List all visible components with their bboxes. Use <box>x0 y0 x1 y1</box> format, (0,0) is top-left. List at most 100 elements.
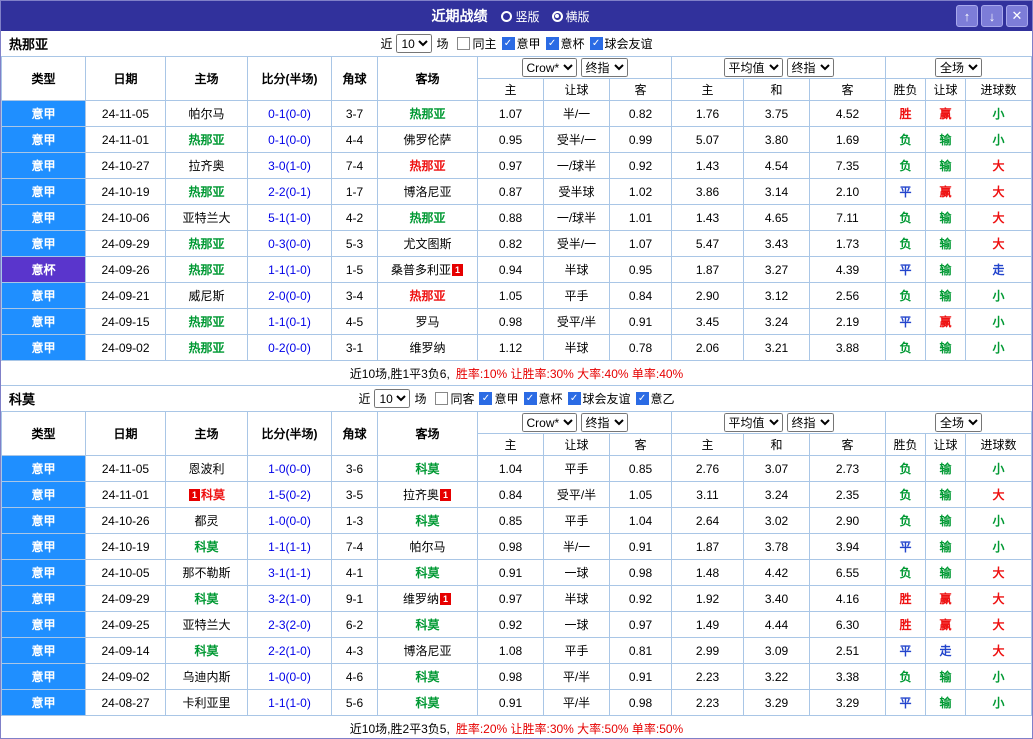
asian-handicap: 受半/一 <box>543 126 610 153</box>
europe-odds: 1.76 <box>671 100 744 127</box>
result-handicap: 输 <box>925 689 967 716</box>
europe-odds: 6.30 <box>808 611 887 638</box>
result-win-draw-loss: 负 <box>885 152 927 179</box>
odds-source-select[interactable]: 终指 <box>786 413 834 432</box>
corners: 3-4 <box>331 282 378 309</box>
home-team: 威尼斯 <box>165 282 248 309</box>
europe-odds: 2.23 <box>671 689 744 716</box>
odds-source-select[interactable]: 终指 <box>580 413 628 432</box>
asian-handicap: 一/球半 <box>543 204 610 231</box>
europe-odds: 3.38 <box>808 663 887 690</box>
asian-odds: 0.91 <box>609 663 672 690</box>
match-row: 意甲 24-09-02 热那亚 0-2(0-0) 3-1 维罗纳 1.12 半球 0.78 2.0… <box>1 334 1032 361</box>
asian-handicap: 一/球半 <box>543 152 610 179</box>
odds-source-select[interactable]: 平均值 <box>723 58 783 77</box>
corners: 3-7 <box>331 100 378 127</box>
asian-odds: 0.97 <box>477 585 544 612</box>
match-row: 意甲 24-11-01 1 科莫 1-5(0-2) 3-5 拉齐奥 1 0.84 受平/半 1.05… <box>1 481 1032 508</box>
layout-option-horizontal-label: 横版 <box>565 9 590 24</box>
filter-checkbox-意甲[interactable]: ✓ 意甲 <box>479 390 519 407</box>
asian-odds: 1.05 <box>477 282 544 309</box>
match-date: 24-10-27 <box>85 152 166 179</box>
team-label: 科莫 <box>415 462 440 476</box>
corners: 4-2 <box>331 204 378 231</box>
asian-handicap: 一球 <box>543 559 610 586</box>
scroll-down-button[interactable]: ↓ <box>981 5 1003 27</box>
home-team: 卡利亚里 <box>165 689 248 716</box>
asian-odds: 0.84 <box>609 282 672 309</box>
filter-checkbox-意乙[interactable]: ✓ 意乙 <box>635 390 675 407</box>
league-type: 意甲 <box>1 204 86 231</box>
recent-count-select[interactable]: 10 <box>396 34 433 53</box>
scroll-up-button[interactable]: ↑ <box>956 5 978 27</box>
filter-near-label: 近 <box>380 37 393 51</box>
filter-checkbox-球会友谊[interactable]: ✓ 球会友谊 <box>589 35 653 52</box>
asian-handicap: 平手 <box>543 282 610 309</box>
away-team: 罗马 <box>377 308 478 335</box>
europe-odds: 1.49 <box>671 611 744 638</box>
team-label: 科莫 <box>415 514 440 528</box>
col-subheader: 和 <box>743 78 810 101</box>
match-thead-0: 类型 日期 主场 比分(半场) 角球 客场 Crow* 终指 平均值 终指 全场主让球客主和客胜负让… <box>1 56 1032 101</box>
league-type: 意甲 <box>1 533 86 560</box>
filter-checkbox-同客[interactable]: 同客 <box>435 390 474 407</box>
layout-option-vertical[interactable]: 竖版 <box>501 8 540 25</box>
team-label: 热那亚 <box>409 107 446 121</box>
odds-source-select[interactable]: 平均值 <box>723 413 783 432</box>
odds-source-select[interactable]: 全场 <box>935 58 982 77</box>
home-team: 乌迪内斯 <box>165 663 248 690</box>
asian-handicap: 半/一 <box>543 100 610 127</box>
team-label: 热那亚 <box>188 263 225 277</box>
team-label: 亚特兰大 <box>182 211 231 225</box>
filter-checkbox-同主[interactable]: 同主 <box>457 35 497 52</box>
odds-source-select[interactable]: 全场 <box>935 413 982 432</box>
corners: 5-3 <box>331 230 378 257</box>
checkbox-icon <box>435 392 449 405</box>
result-handicap: 赢 <box>925 308 967 335</box>
result-goals: 小 <box>965 126 1032 153</box>
col-header: 比分(半场) <box>247 411 332 456</box>
match-date: 24-10-26 <box>85 507 166 534</box>
match-row: 意甲 24-10-27 拉齐奥 3-0(1-0) 7-4 热那亚 0.97 一/球半 0.92 1… <box>1 152 1032 179</box>
league-type: 意甲 <box>1 100 86 127</box>
odds-source-select[interactable]: 终指 <box>786 58 834 77</box>
europe-odds: 3.14 <box>743 178 810 205</box>
col-subheader: 客 <box>609 433 672 456</box>
match-row: 意甲 24-09-21 威尼斯 2-0(0-0) 3-4 热那亚 1.05 平手 0.84 2.9… <box>1 282 1032 309</box>
team-label: 都灵 <box>194 514 219 528</box>
europe-odds: 7.35 <box>808 152 887 179</box>
filter-checkbox-意杯[interactable]: ✓ 意杯 <box>523 390 563 407</box>
europe-odds: 4.52 <box>808 100 887 127</box>
filter-checkbox-意杯[interactable]: ✓ 意杯 <box>545 35 585 52</box>
europe-odds: 2.35 <box>808 481 887 508</box>
close-button[interactable]: ✕ <box>1006 5 1028 27</box>
filter-checkbox-意甲[interactable]: ✓ 意甲 <box>501 35 541 52</box>
recent-count-select[interactable]: 10 <box>374 389 411 408</box>
team-label: 科莫 <box>415 566 440 580</box>
asian-handicap: 半球 <box>543 585 610 612</box>
odds-group-header: 全场 <box>885 411 1032 434</box>
match-row: 意杯 24-09-26 热那亚 1-1(1-0) 1-5 桑普多利亚 1 0.94 半球 0.95… <box>1 256 1032 283</box>
checkbox-icon <box>457 37 471 50</box>
europe-odds: 3.11 <box>671 481 744 508</box>
odds-source-select[interactable]: Crow* <box>521 58 577 77</box>
asian-handicap: 受平/半 <box>543 308 610 335</box>
odds-source-select[interactable]: Crow* <box>521 413 577 432</box>
filter-bar: 近 10 场 同客 ✓ 意甲 ✓ 意杯 ✓ 球会友谊 ✓ 意乙 <box>358 389 675 408</box>
asian-odds: 1.05 <box>609 481 672 508</box>
corners: 4-6 <box>331 663 378 690</box>
odds-source-select[interactable]: 终指 <box>580 58 628 77</box>
result-goals: 大 <box>965 178 1032 205</box>
match-row: 意甲 24-09-15 热那亚 1-1(0-1) 4-5 罗马 0.98 受平/半 0.91 3.… <box>1 308 1032 335</box>
filter-checkbox-球会友谊[interactable]: ✓ 球会友谊 <box>567 390 631 407</box>
layout-option-horizontal[interactable]: 横版 <box>551 8 590 25</box>
odds-group-header: 全场 <box>885 56 1032 79</box>
europe-odds: 2.23 <box>671 663 744 690</box>
europe-odds: 1.43 <box>671 152 744 179</box>
col-subheader: 和 <box>743 433 810 456</box>
away-team: 维罗纳 <box>377 334 478 361</box>
europe-odds: 3.24 <box>743 481 810 508</box>
col-subheader: 胜负 <box>885 433 927 456</box>
match-date: 24-09-26 <box>85 256 166 283</box>
filter-games-label: 场 <box>436 37 449 51</box>
